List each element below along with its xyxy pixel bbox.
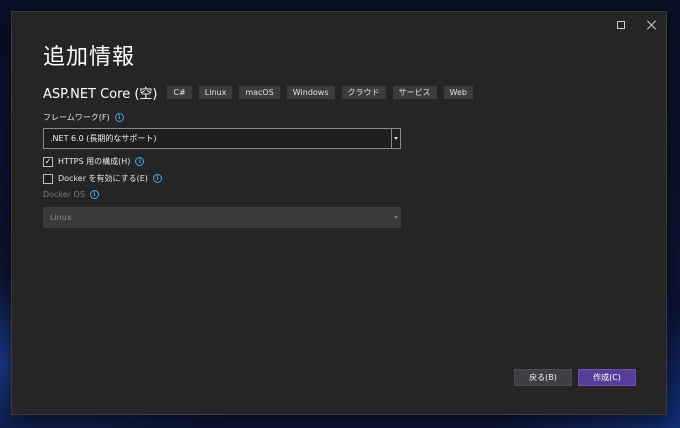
close-icon bbox=[647, 20, 657, 30]
maximize-icon bbox=[617, 21, 625, 29]
create-button[interactable]: 作成(C) bbox=[578, 369, 636, 386]
docker-option[interactable]: Docker を有効にする(E) i bbox=[43, 173, 162, 184]
info-icon[interactable]: i bbox=[89, 190, 99, 199]
docker-os-selected-value: Linux bbox=[50, 213, 72, 222]
tag-linux: Linux bbox=[198, 86, 233, 99]
close-button[interactable] bbox=[642, 16, 662, 34]
dialog-title: 追加情報 bbox=[43, 45, 136, 70]
docker-checkbox[interactable] bbox=[43, 173, 53, 184]
additional-info-dialog: 追加情報 ASP.NET Core (空) C# Linux macOS Win… bbox=[11, 11, 667, 415]
docker-os-label-text: Docker OS bbox=[43, 190, 85, 199]
tag-csharp: C# bbox=[167, 86, 192, 99]
framework-dropdown-toggle[interactable] bbox=[391, 129, 400, 148]
chevron-down-icon bbox=[393, 216, 398, 219]
maximize-button[interactable] bbox=[611, 16, 631, 34]
https-checkbox[interactable]: ✓ bbox=[43, 156, 53, 167]
https-option[interactable]: ✓ HTTPS 用の構成(H) i bbox=[43, 156, 145, 167]
framework-dropdown[interactable]: .NET 6.0 (長期的なサポート) bbox=[43, 128, 401, 149]
docker-label: Docker を有効にする(E) bbox=[58, 174, 148, 183]
docker-os-dropdown: Linux bbox=[43, 207, 401, 228]
info-icon[interactable]: i bbox=[152, 174, 162, 183]
framework-selected-value: .NET 6.0 (長期的なサポート) bbox=[50, 134, 157, 143]
tag-service: サービス bbox=[392, 86, 437, 99]
framework-label-text: フレームワーク(F) bbox=[43, 113, 110, 122]
tag-windows: Windows bbox=[286, 86, 335, 99]
back-button[interactable]: 戻る(B) bbox=[514, 369, 572, 386]
framework-label: フレームワーク(F) i bbox=[43, 112, 124, 123]
docker-os-label: Docker OS i bbox=[43, 190, 99, 199]
docker-os-dropdown-toggle bbox=[391, 208, 400, 227]
template-info-row: ASP.NET Core (空) C# Linux macOS Windows … bbox=[43, 83, 480, 102]
info-icon[interactable]: i bbox=[114, 113, 124, 122]
tag-cloud: クラウド bbox=[341, 86, 386, 99]
https-label: HTTPS 用の構成(H) bbox=[58, 157, 131, 166]
info-icon[interactable]: i bbox=[135, 157, 145, 166]
template-name: ASP.NET Core (空) bbox=[43, 87, 158, 102]
tag-macos: macOS bbox=[239, 86, 280, 99]
chevron-down-icon bbox=[394, 137, 398, 140]
tag-web: Web bbox=[443, 86, 473, 99]
